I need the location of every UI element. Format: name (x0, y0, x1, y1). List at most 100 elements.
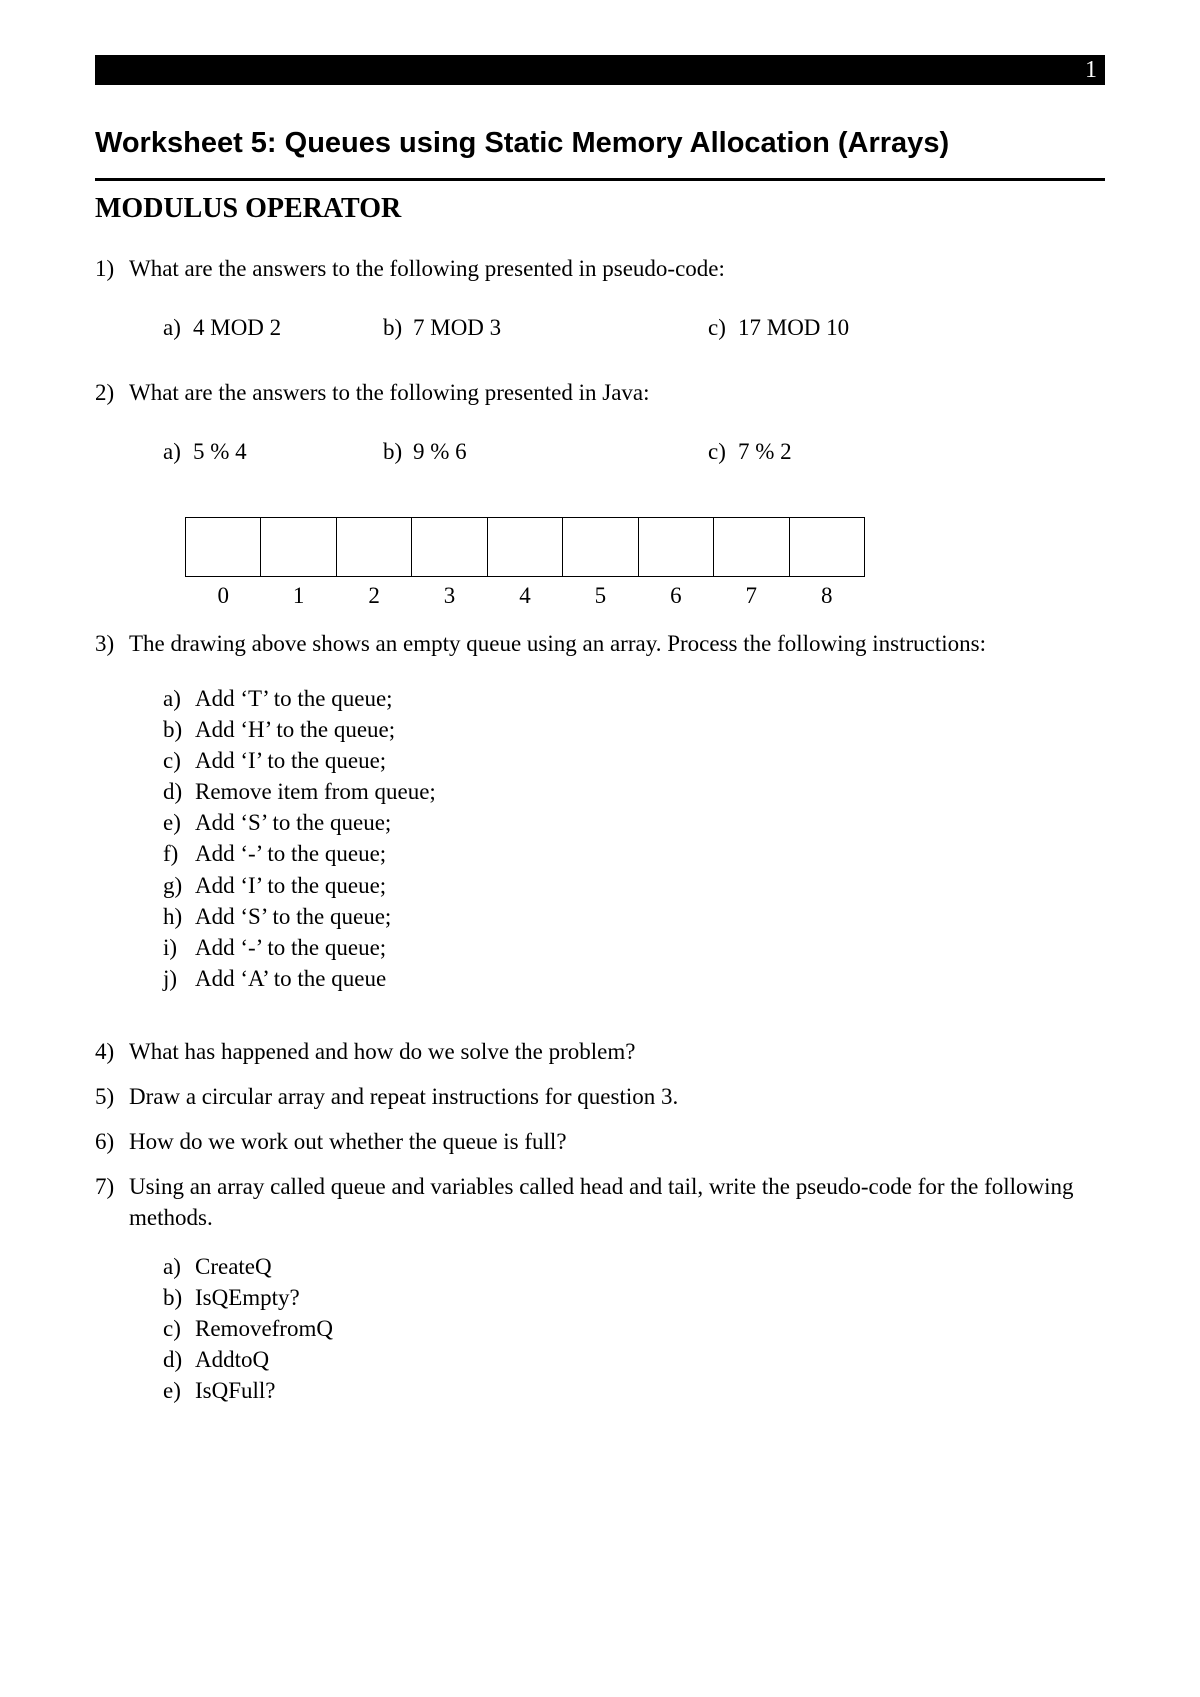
q5-number: 5) (95, 1081, 129, 1112)
q6-text: How do we work out whether the queue is … (129, 1126, 1105, 1157)
question-5: 5) Draw a circular array and repeat inst… (95, 1081, 1105, 1112)
sub-letter: c) (163, 1313, 195, 1344)
q3-sub-item: i)Add ‘-’ to the queue; (163, 932, 1105, 963)
sub-text: Add ‘A’ to the queue (195, 963, 386, 994)
sub-letter: i) (163, 932, 195, 963)
array-index: 6 (638, 577, 713, 611)
array-index: 0 (186, 577, 261, 611)
array-index: 4 (487, 577, 562, 611)
q5-text: Draw a circular array and repeat instruc… (129, 1081, 1105, 1112)
sub-letter: e) (163, 1375, 195, 1406)
sub-text: Add ‘-’ to the queue; (195, 838, 386, 869)
q1-sub-c: c) 17 MOD 10 (708, 312, 968, 343)
sub-text: Remove item from queue; (195, 776, 436, 807)
sub-text: IsQFull? (195, 1375, 276, 1406)
array-cell (714, 518, 789, 577)
q3-sub-item: g)Add ‘I’ to the queue; (163, 870, 1105, 901)
array-cell (789, 518, 865, 577)
q1-sub-b: b) 7 MOD 3 (383, 312, 608, 343)
sub-text: AddtoQ (195, 1344, 269, 1375)
q7-sub-item: d)AddtoQ (163, 1344, 1105, 1375)
worksheet-title: Worksheet 5: Queues using Static Memory … (95, 127, 1105, 160)
array-cell (336, 518, 411, 577)
array-cell (563, 518, 638, 577)
array-cell (186, 518, 261, 577)
sub-text: Add ‘S’ to the queue; (195, 901, 391, 932)
array-diagram: 0 1 2 3 4 5 6 7 8 (185, 517, 1105, 610)
q7-text: Using an array called queue and variable… (129, 1171, 1105, 1233)
q3-sub-item: b)Add ‘H’ to the queue; (163, 714, 1105, 745)
q3-sub-item: f)Add ‘-’ to the queue; (163, 838, 1105, 869)
section-heading: MODULUS OPERATOR (95, 193, 1105, 225)
sub-text: Add ‘-’ to the queue; (195, 932, 386, 963)
sub-letter: b) (163, 714, 195, 745)
sub-text: Add ‘T’ to the queue; (195, 683, 393, 714)
q2-number: 2) (95, 377, 129, 487)
array-index-row: 0 1 2 3 4 5 6 7 8 (186, 577, 865, 611)
sub-text: Add ‘S’ to the queue; (195, 807, 391, 838)
array-index: 8 (789, 577, 865, 611)
q3-sub-item: a)Add ‘T’ to the queue; (163, 683, 1105, 714)
question-2: 2) What are the answers to the following… (95, 377, 1105, 487)
q6-number: 6) (95, 1126, 129, 1157)
sub-text: Add ‘H’ to the queue; (195, 714, 395, 745)
q3-sub-item: d)Remove item from queue; (163, 776, 1105, 807)
q7-sub-item: c)RemovefromQ (163, 1313, 1105, 1344)
question-1: 1) What are the answers to the following… (95, 253, 1105, 363)
q3-sub-item: j)Add ‘A’ to the queue (163, 963, 1105, 994)
sub-letter: d) (163, 776, 195, 807)
sub-text: RemovefromQ (195, 1313, 333, 1344)
sub-letter: j) (163, 963, 195, 994)
sub-letter: h) (163, 901, 195, 932)
header-black-bar: 1 (95, 55, 1105, 85)
q3-sub-item: e)Add ‘S’ to the queue; (163, 807, 1105, 838)
page-number: 1 (1085, 57, 1097, 84)
q1-sub-a: a) 4 MOD 2 (163, 312, 383, 343)
q2-text: What are the answers to the following pr… (129, 377, 1105, 408)
array-cell (638, 518, 713, 577)
q7-sub-item: a)CreateQ (163, 1251, 1105, 1282)
question-4: 4) What has happened and how do we solve… (95, 1036, 1105, 1067)
q3-sub-item: h)Add ‘S’ to the queue; (163, 901, 1105, 932)
array-cells-row (186, 518, 865, 577)
q3-number: 3) (95, 628, 129, 1022)
sub-letter: f) (163, 838, 195, 869)
q7-sub-item: e)IsQFull? (163, 1375, 1105, 1406)
sub-letter: e) (163, 807, 195, 838)
question-3: 3) The drawing above shows an empty queu… (95, 628, 1105, 1022)
q7-sub-list: a)CreateQb)IsQEmpty?c)RemovefromQd)Addto… (163, 1251, 1105, 1406)
q2-sub-b: b) 9 % 6 (383, 436, 608, 467)
question-6: 6) How do we work out whether the queue … (95, 1126, 1105, 1157)
q4-number: 4) (95, 1036, 129, 1067)
page: 1 Worksheet 5: Queues using Static Memor… (0, 0, 1200, 1697)
sub-letter: d) (163, 1344, 195, 1375)
q1-text: What are the answers to the following pr… (129, 253, 1105, 284)
sub-text: CreateQ (195, 1251, 272, 1282)
sub-letter: a) (163, 683, 195, 714)
q3-sub-list: a)Add ‘T’ to the queue;b)Add ‘H’ to the … (163, 683, 1105, 993)
array-cell (487, 518, 562, 577)
array-index: 2 (336, 577, 411, 611)
sub-letter: b) (163, 1282, 195, 1313)
sub-text: Add ‘I’ to the queue; (195, 745, 386, 776)
sub-text: IsQEmpty? (195, 1282, 300, 1313)
q2-sub-a: a) 5 % 4 (163, 436, 383, 467)
q3-text: The drawing above shows an empty queue u… (129, 628, 1105, 659)
array-cell (412, 518, 487, 577)
q7-sub-item: b)IsQEmpty? (163, 1282, 1105, 1313)
sub-letter: g) (163, 870, 195, 901)
sub-letter: c) (163, 745, 195, 776)
sub-letter: a) (163, 1251, 195, 1282)
array-index: 1 (261, 577, 336, 611)
title-underline (95, 178, 1105, 181)
q1-number: 1) (95, 253, 129, 363)
sub-text: Add ‘I’ to the queue; (195, 870, 386, 901)
q3-sub-item: c)Add ‘I’ to the queue; (163, 745, 1105, 776)
q7-number: 7) (95, 1171, 129, 1434)
array-index: 5 (563, 577, 638, 611)
question-7: 7) Using an array called queue and varia… (95, 1171, 1105, 1434)
q2-sub-c: c) 7 % 2 (708, 436, 968, 467)
q4-text: What has happened and how do we solve th… (129, 1036, 1105, 1067)
array-index: 3 (412, 577, 487, 611)
array-cell (261, 518, 336, 577)
